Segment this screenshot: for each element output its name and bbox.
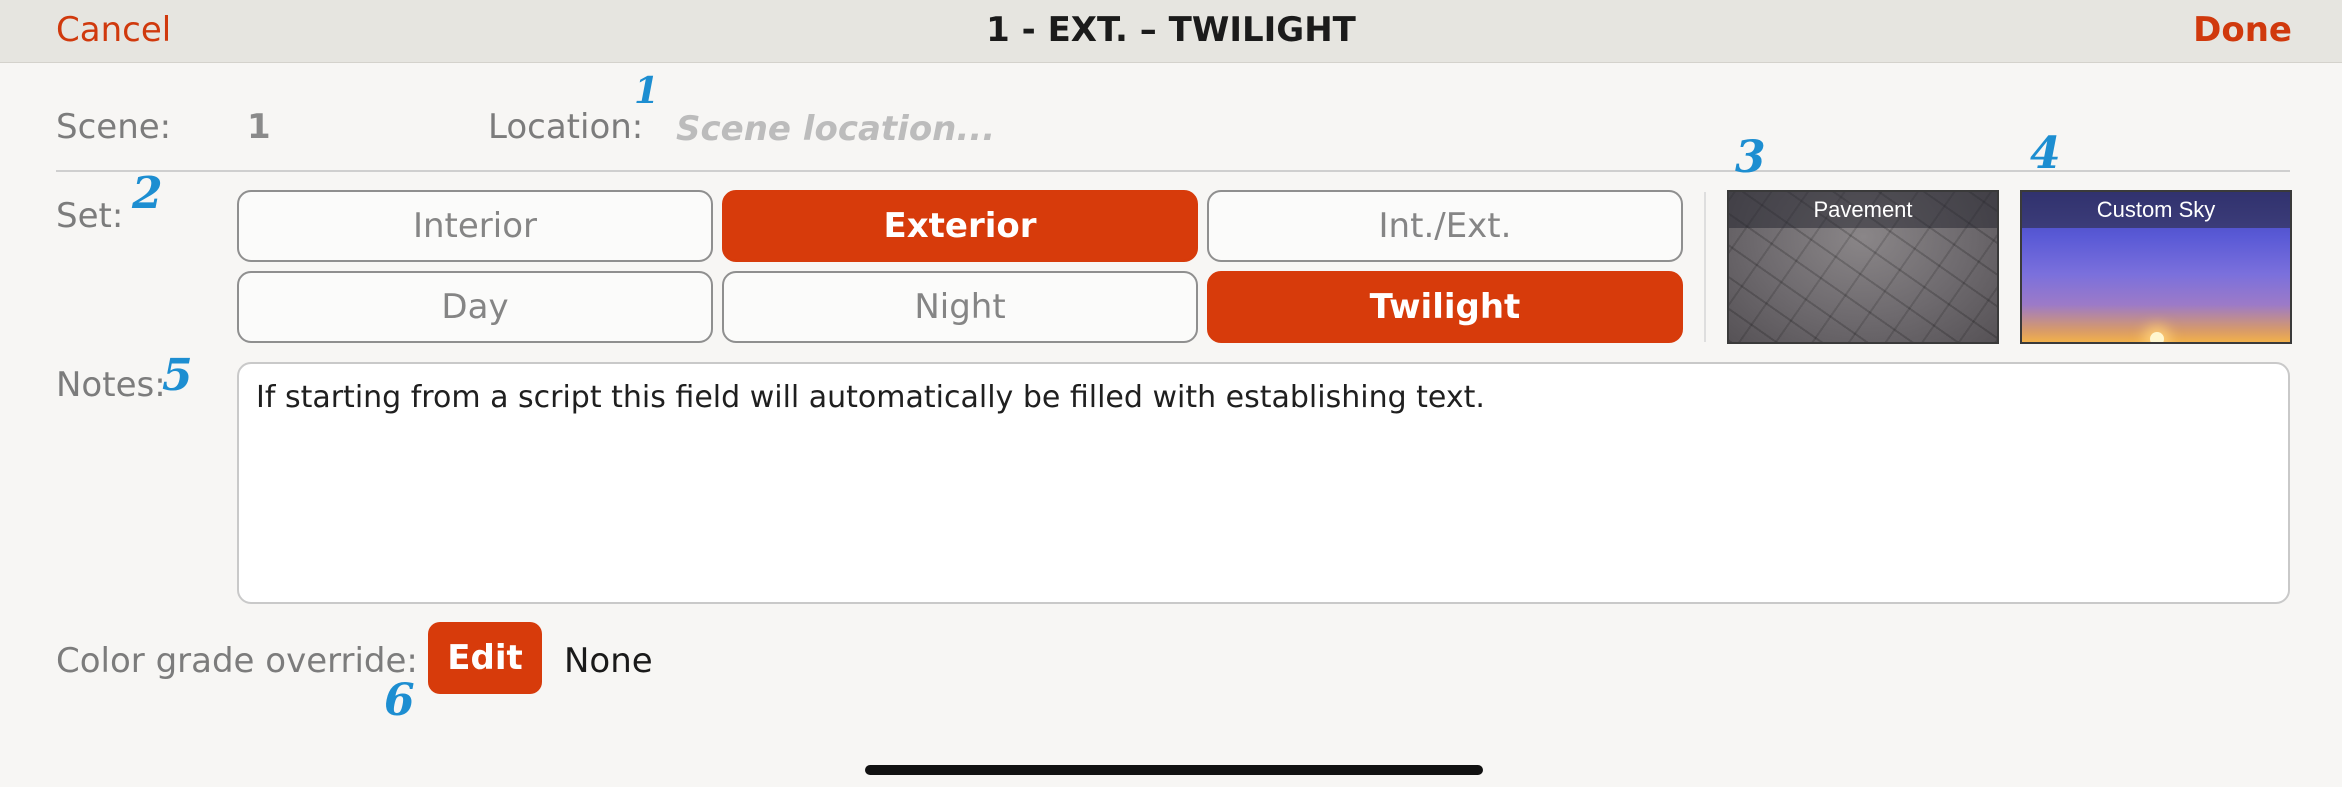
time-night-option[interactable]: Night [722,271,1198,343]
notes-field[interactable]: If starting from a script this field wil… [237,362,2290,604]
annotation-4: 4 [2030,128,2061,179]
color-grade-value: None [564,641,653,681]
divider [56,170,2290,172]
ground-thumbnail[interactable]: Pavement [1727,190,1999,344]
home-indicator [865,765,1483,775]
scene-label: Scene: [56,107,172,147]
set-int-ext-option[interactable]: Int./Ext. [1207,190,1683,262]
annotation-2: 2 [132,168,163,219]
done-button[interactable]: Done [2193,10,2292,50]
location-label: Location: [488,107,644,147]
color-grade-label: Color grade override: [56,641,418,681]
page-title: 1 - EXT. – TWILIGHT [986,10,1356,50]
location-input[interactable] [676,104,1576,154]
set-label: Set: [56,196,124,236]
vertical-divider [1704,192,1706,342]
notes-label: Notes: [56,365,166,405]
time-twilight-option[interactable]: Twilight [1207,271,1683,343]
set-interior-option[interactable]: Interior [237,190,713,262]
annotation-1: 1 [634,70,660,112]
color-grade-edit-button[interactable]: Edit [428,622,542,694]
sky-thumbnail[interactable]: Custom Sky [2020,190,2292,344]
ground-caption: Pavement [1729,192,1997,228]
scene-number: 1 [247,107,271,147]
annotation-5: 5 [162,350,193,401]
cancel-button[interactable]: Cancel [56,10,171,50]
set-exterior-option[interactable]: Exterior [722,190,1198,262]
time-day-option[interactable]: Day [237,271,713,343]
sun-icon [2150,332,2164,342]
sky-caption: Custom Sky [2022,192,2290,228]
navigation-bar: Cancel 1 - EXT. – TWILIGHT Done [0,0,2342,63]
annotation-3: 3 [1735,132,1766,183]
annotation-6: 6 [384,675,415,726]
